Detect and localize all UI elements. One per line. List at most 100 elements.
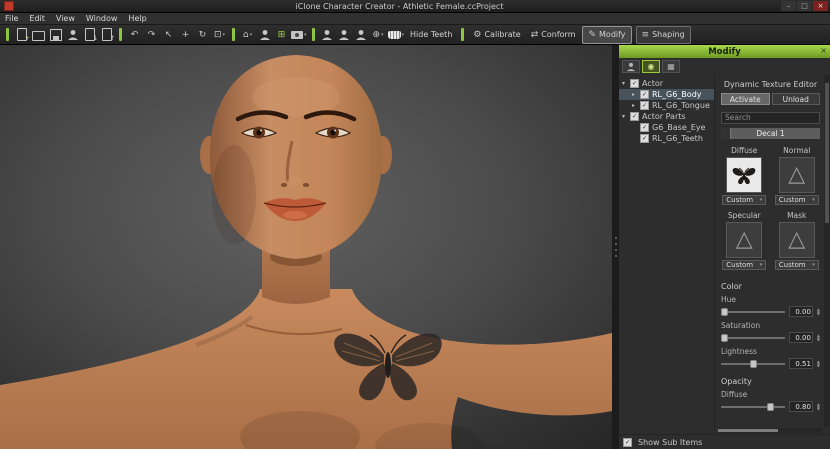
search-input[interactable] bbox=[721, 112, 820, 124]
decal-collapse-button[interactable] bbox=[721, 128, 731, 139]
slider-thumb[interactable] bbox=[721, 308, 728, 316]
move-icon: + bbox=[182, 30, 190, 40]
minimize-button[interactable]: – bbox=[781, 1, 796, 11]
save-icon bbox=[50, 29, 62, 41]
menu-view[interactable]: View bbox=[56, 14, 75, 23]
specular-texture-thumbnail[interactable]: △ bbox=[726, 222, 762, 258]
undo-button[interactable]: ↶ bbox=[126, 27, 143, 43]
dropdown-value: Custom bbox=[779, 261, 806, 269]
slider-thumb[interactable] bbox=[750, 360, 757, 368]
gear-icon: ⚙ bbox=[473, 30, 481, 40]
select-tool-button[interactable]: ↖ bbox=[160, 27, 177, 43]
viewport-3d[interactable] bbox=[0, 45, 612, 449]
checkbox[interactable]: ✓ bbox=[630, 112, 639, 121]
expand-closed-icon[interactable]: ▸ bbox=[632, 102, 640, 109]
checkbox[interactable]: ✓ bbox=[640, 90, 649, 99]
import-button[interactable]: ↓ bbox=[81, 27, 98, 43]
checkbox[interactable]: ✓ bbox=[640, 101, 649, 110]
scale-tool-button[interactable]: ⊡▾ bbox=[211, 27, 228, 43]
checkbox[interactable]: ✓ bbox=[630, 79, 639, 88]
character-female-button[interactable] bbox=[336, 27, 353, 43]
opacity-diffuse-value[interactable]: 0.80 bbox=[789, 401, 813, 412]
panel-splitter[interactable] bbox=[612, 45, 619, 449]
chevron-down-icon: ▾ bbox=[812, 262, 815, 268]
spinner-arrows[interactable]: ▲▼ bbox=[817, 334, 820, 342]
new-project-button[interactable]: + bbox=[13, 27, 30, 43]
person-icon bbox=[67, 29, 79, 41]
calibrate-button[interactable]: ⚙Calibrate bbox=[468, 27, 525, 43]
checkbox[interactable]: ✓ bbox=[640, 134, 649, 143]
tree-item-tongue[interactable]: ▸ ✓ RL_G6_Tongue bbox=[619, 100, 714, 111]
camera-button[interactable]: ▾ bbox=[290, 27, 308, 43]
saturation-label: Saturation bbox=[721, 321, 820, 330]
rotate-tool-button[interactable]: ↻ bbox=[194, 27, 211, 43]
tab-material[interactable]: ▦ bbox=[662, 60, 680, 73]
tab-texture[interactable]: ◉ bbox=[642, 60, 660, 73]
tree-item-eye[interactable]: ✓ G6_Base_Eye bbox=[619, 122, 714, 133]
editor-vertical-scrollbar[interactable] bbox=[824, 75, 830, 427]
tree-item-body[interactable]: ▸ ✓ RL_G6_Body bbox=[619, 89, 714, 100]
diffuse-custom-dropdown[interactable]: Custom▾ bbox=[722, 195, 766, 205]
menu-help[interactable]: Help bbox=[128, 14, 146, 23]
export-button[interactable]: ↑ bbox=[98, 27, 115, 43]
diffuse-texture-thumbnail[interactable] bbox=[726, 157, 762, 193]
shaping-button[interactable]: ≡Shaping bbox=[636, 26, 691, 44]
slider-thumb[interactable] bbox=[721, 334, 728, 342]
checker-icon: ▦ bbox=[667, 62, 675, 71]
spinner-arrows[interactable]: ▲▼ bbox=[817, 403, 820, 411]
show-sub-items-checkbox[interactable]: ✓ bbox=[623, 438, 632, 447]
hide-teeth-button[interactable]: ▾ bbox=[387, 27, 406, 43]
checkbox[interactable]: ✓ bbox=[640, 123, 649, 132]
lightness-value[interactable]: 0.51 bbox=[789, 358, 813, 369]
normal-texture-thumbnail[interactable]: △ bbox=[779, 157, 815, 193]
spinner-arrows[interactable]: ▲▼ bbox=[817, 308, 820, 316]
expand-open-icon[interactable]: ▾ bbox=[622, 80, 630, 87]
modify-button[interactable]: ✎Modify bbox=[582, 26, 631, 44]
specular-custom-dropdown[interactable]: Custom▾ bbox=[722, 260, 766, 270]
scrollbar-thumb[interactable] bbox=[825, 83, 829, 223]
morph-sphere-button[interactable]: ⊕▾ bbox=[370, 27, 387, 43]
slider-thumb[interactable] bbox=[767, 403, 774, 411]
decal-header[interactable]: Decal 1 bbox=[721, 128, 820, 139]
close-button[interactable]: × bbox=[813, 1, 828, 11]
panel-close-icon[interactable]: × bbox=[820, 46, 827, 55]
menu-edit[interactable]: Edit bbox=[29, 14, 45, 23]
avatar-mode-button[interactable] bbox=[256, 27, 273, 43]
tree-item-teeth[interactable]: ✓ RL_G6_Teeth bbox=[619, 133, 714, 144]
activate-button[interactable]: Activate bbox=[721, 93, 770, 105]
conform-button[interactable]: ⇄Conform bbox=[526, 27, 581, 43]
scrollbar-thumb[interactable] bbox=[718, 429, 778, 432]
redo-button[interactable]: ↷ bbox=[143, 27, 160, 43]
menu-file[interactable]: File bbox=[5, 14, 18, 23]
open-project-button[interactable] bbox=[30, 27, 47, 43]
mask-custom-dropdown[interactable]: Custom ▾ bbox=[775, 260, 819, 270]
character-neutral-button[interactable] bbox=[353, 27, 370, 43]
show-sub-items-label: Show Sub Items bbox=[638, 438, 702, 447]
expand-open-icon[interactable]: ▾ bbox=[622, 113, 630, 120]
tab-avatar[interactable] bbox=[622, 60, 640, 73]
load-character-button[interactable] bbox=[64, 27, 81, 43]
maximize-button[interactable]: □ bbox=[797, 1, 812, 11]
expand-closed-icon[interactable]: ▸ bbox=[632, 91, 640, 98]
tree-item-actor-parts[interactable]: ▾ ✓ Actor Parts bbox=[619, 111, 714, 122]
menu-window[interactable]: Window bbox=[86, 14, 118, 23]
editor-horizontal-scrollbar[interactable] bbox=[718, 428, 822, 433]
opacity-diffuse-slider[interactable] bbox=[721, 402, 785, 411]
save-project-button[interactable] bbox=[47, 27, 64, 43]
saturation-slider[interactable] bbox=[721, 333, 785, 342]
tree-item-actor[interactable]: ▾ ✓ Actor bbox=[619, 78, 714, 89]
hue-label: Hue bbox=[721, 295, 820, 304]
unload-button[interactable]: Unload bbox=[772, 93, 821, 105]
saturation-value[interactable]: 0.00 bbox=[789, 332, 813, 343]
mask-texture-thumbnail[interactable]: △ bbox=[779, 222, 815, 258]
home-view-button[interactable]: ⌂▾ bbox=[239, 27, 256, 43]
hue-slider[interactable] bbox=[721, 307, 785, 316]
hue-value[interactable]: 0.00 bbox=[789, 306, 813, 317]
lightness-slider[interactable] bbox=[721, 359, 785, 368]
move-tool-button[interactable]: + bbox=[177, 27, 194, 43]
normal-custom-dropdown[interactable]: Custom▾ bbox=[775, 195, 819, 205]
spinner-arrows[interactable]: ▲▼ bbox=[817, 360, 820, 368]
hide-teeth-label: Hide Teeth bbox=[405, 27, 457, 43]
texture-grid-button[interactable]: ⊞ bbox=[273, 27, 290, 43]
character-male-button[interactable] bbox=[319, 27, 336, 43]
